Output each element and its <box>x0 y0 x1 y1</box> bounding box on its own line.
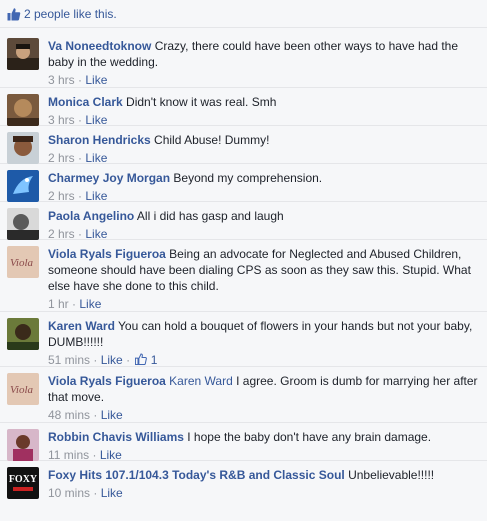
comment-meta: 11 mins · Like <box>48 447 479 463</box>
separator: · <box>93 486 98 500</box>
comment-item: Paola Angelino All i did has gasp and la… <box>0 202 487 242</box>
comment-item: Robbin Chavis Williams I hope the baby d… <box>0 423 487 463</box>
separator: · <box>78 189 83 203</box>
comment-like-button[interactable]: Like <box>79 297 101 311</box>
comment-text: I hope the baby don't have any brain dam… <box>187 430 432 444</box>
comment-item: Monica Clark Didn't know it was real. Sm… <box>0 88 487 128</box>
separator: · <box>72 297 77 311</box>
foxy-logo-text: FOXY <box>9 474 38 485</box>
comment-like-button[interactable]: Like <box>85 189 107 203</box>
viola-signature: Viola <box>10 384 34 396</box>
comment-meta: 2 hrs · Like <box>48 150 479 166</box>
comment-author[interactable]: Robbin Chavis Williams <box>48 430 184 444</box>
likes-count-link[interactable]: 2 people like this. <box>24 7 117 21</box>
comment-item: Va Noneedtoknow Crazy, there could have … <box>0 32 487 88</box>
comment-author[interactable]: Viola Ryals Figueroa <box>48 374 166 388</box>
comment-like-button[interactable]: Like <box>100 448 122 462</box>
avatar[interactable] <box>7 170 39 202</box>
thumbs-up-icon[interactable] <box>135 353 148 366</box>
comment-author[interactable]: Sharon Hendricks <box>48 133 151 147</box>
comment-like-button[interactable]: Like <box>101 408 123 422</box>
comment-time[interactable]: 51 mins <box>48 353 90 367</box>
comment-like-button[interactable]: Like <box>101 353 123 367</box>
comment-like-button[interactable]: Like <box>85 73 107 87</box>
comment-meta: 1 hr · Like <box>48 296 479 312</box>
comment-author[interactable]: Karen Ward <box>48 319 115 333</box>
likes-bar: 2 people like this. <box>0 0 487 28</box>
separator: · <box>78 151 83 165</box>
comment-text: Child Abuse! Dummy! <box>154 133 270 147</box>
comment-meta: 48 mins · Like <box>48 407 479 423</box>
comment-list: Va Noneedtoknow Crazy, there could have … <box>0 28 487 501</box>
comment-author[interactable]: Viola Ryals Figueroa <box>48 247 166 261</box>
comment-author[interactable]: Charmey Joy Morgan <box>48 171 170 185</box>
comment-text: Unbelievable!!!!! <box>348 468 435 482</box>
separator: · <box>78 113 83 127</box>
comment-meta: 51 mins · Like · 1 <box>48 352 479 368</box>
comment-author[interactable]: Foxy Hits 107.1/104.3 Today's R&B and Cl… <box>48 468 345 482</box>
separator: · <box>93 408 98 422</box>
comment-item: Sharon Hendricks Child Abuse! Dummy! 2 h… <box>0 126 487 166</box>
comment-text: All i did has gasp and laugh <box>136 209 284 223</box>
viola-signature: Viola <box>10 257 34 269</box>
comment-like-button[interactable]: Like <box>101 486 123 500</box>
comment-time[interactable]: 2 hrs <box>48 227 75 241</box>
comment-meta: 3 hrs · Like <box>48 112 479 128</box>
comment-meta: 10 mins · Like <box>48 485 479 501</box>
comment-author[interactable]: Va Noneedtoknow <box>48 39 151 53</box>
avatar[interactable] <box>7 429 39 461</box>
avatar[interactable] <box>7 318 39 350</box>
comment-like-button[interactable]: Like <box>85 113 107 127</box>
comment-time[interactable]: 48 mins <box>48 408 90 422</box>
separator: · <box>78 227 83 241</box>
comment-author[interactable]: Monica Clark <box>48 95 123 109</box>
comment-item: Charmey Joy Morgan Beyond my comprehensi… <box>0 164 487 204</box>
avatar[interactable] <box>7 132 39 164</box>
comment-item: FOXY Foxy Hits 107.1/104.3 Today's R&B a… <box>0 461 487 501</box>
comment-meta: 3 hrs · Like <box>48 72 479 88</box>
separator: · <box>92 448 97 462</box>
comment-time[interactable]: 1 hr <box>48 297 69 311</box>
comment-item: Viola Viola Ryals Figueroa Karen Ward I … <box>0 367 487 423</box>
comment-time[interactable]: 3 hrs <box>48 73 75 87</box>
comment-like-button[interactable]: Like <box>85 151 107 165</box>
avatar[interactable] <box>7 38 39 70</box>
avatar[interactable] <box>7 208 39 240</box>
comment-text: Beyond my comprehension. <box>173 171 323 185</box>
avatar[interactable]: Viola <box>7 246 39 278</box>
comment-item: Viola Viola Ryals Figueroa Being an advo… <box>0 240 487 312</box>
separator: · <box>126 353 131 367</box>
comment-time[interactable]: 2 hrs <box>48 151 75 165</box>
comment-mention[interactable]: Karen Ward <box>169 374 233 388</box>
separator: · <box>93 353 98 367</box>
separator: · <box>78 73 83 87</box>
comment-meta: 2 hrs · Like <box>48 226 479 242</box>
avatar[interactable]: Viola <box>7 373 39 405</box>
thumbs-up-icon[interactable] <box>7 7 21 21</box>
avatar[interactable]: FOXY <box>7 467 39 499</box>
comment-time[interactable]: 3 hrs <box>48 113 75 127</box>
comment-meta: 2 hrs · Like <box>48 188 479 204</box>
comment-text: Didn't know it was real. Smh <box>126 95 277 109</box>
comment-time[interactable]: 2 hrs <box>48 189 75 203</box>
comment-time[interactable]: 10 mins <box>48 486 90 500</box>
comment-author[interactable]: Paola Angelino <box>48 209 134 223</box>
comment-time[interactable]: 11 mins <box>48 448 89 462</box>
comment-item: Karen Ward You can hold a bouquet of flo… <box>0 312 487 367</box>
comment-like-count[interactable]: 1 <box>151 353 158 367</box>
comment-like-button[interactable]: Like <box>85 227 107 241</box>
avatar[interactable] <box>7 94 39 126</box>
